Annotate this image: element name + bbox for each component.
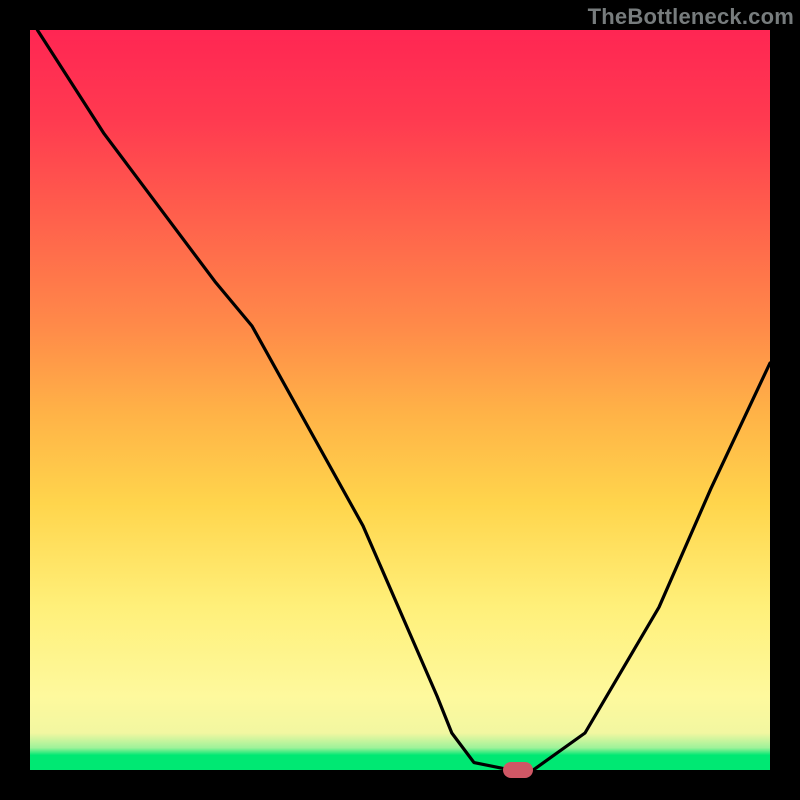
attribution-label: TheBottleneck.com (588, 4, 794, 30)
curve-svg (30, 30, 770, 770)
curve-path (37, 30, 770, 770)
minimum-marker (503, 762, 533, 778)
chart-container: TheBottleneck.com (0, 0, 800, 800)
plot-area (30, 30, 770, 770)
